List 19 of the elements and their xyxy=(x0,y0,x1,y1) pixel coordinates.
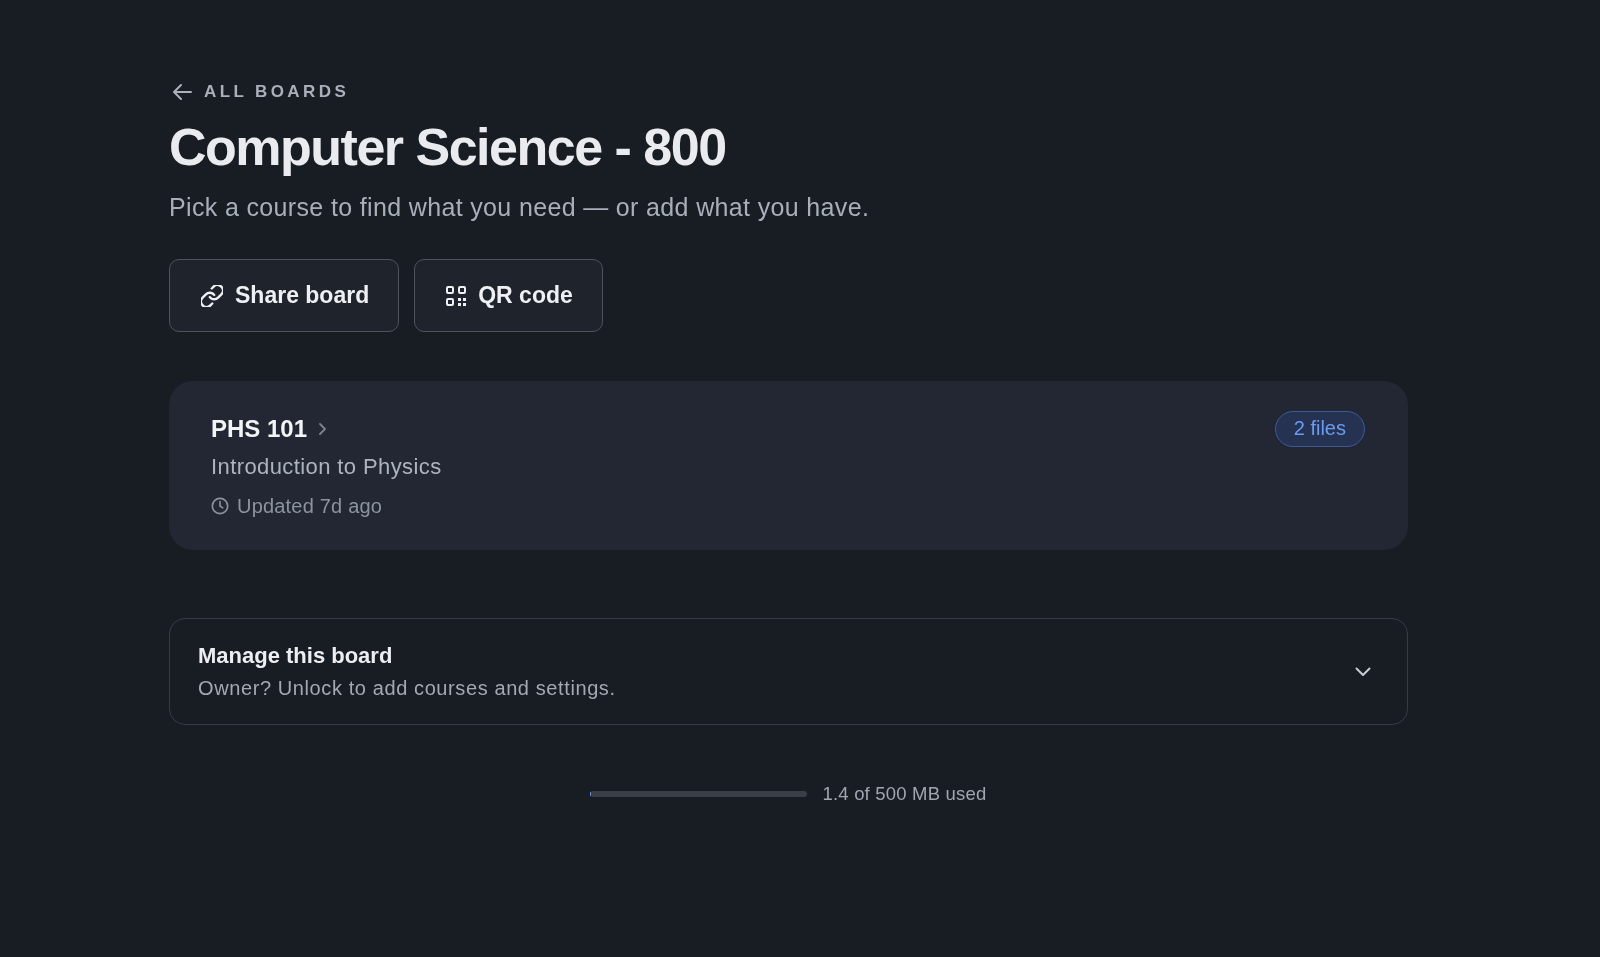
manage-title: Manage this board xyxy=(198,643,394,669)
manage-description: Owner? Unlock to add courses and settings. xyxy=(198,676,616,700)
all-boards-link[interactable]: ALL BOARDS xyxy=(172,80,350,104)
course-card[interactable]: PHS 101 Introduction to Physics Updated 7d ago 2 files xyxy=(169,381,1408,550)
storage-usage-text: 1.4 of 500 MB used xyxy=(822,783,987,805)
qr-code-icon xyxy=(446,285,467,306)
link-icon xyxy=(201,284,223,307)
updated-time: Updated 7d ago xyxy=(237,494,383,519)
course-name: Introduction to Physics xyxy=(211,453,442,481)
clock-icon xyxy=(211,497,229,515)
arrow-left-icon xyxy=(172,83,192,101)
qr-code-button[interactable]: QR code xyxy=(414,259,603,332)
share-board-button[interactable]: Share board xyxy=(169,259,400,332)
manage-panel[interactable]: Manage this board Owner? Unlock to add courses and settings. xyxy=(169,618,1408,725)
chevron-right-icon xyxy=(319,423,327,435)
course-code: PHS 101 xyxy=(211,414,308,444)
board-title: Computer Science - 800 xyxy=(169,117,726,177)
file-count-badge: 2 files xyxy=(1274,411,1365,447)
board-subtitle: Pick a course to find what you need — or add what you have. xyxy=(169,192,870,223)
